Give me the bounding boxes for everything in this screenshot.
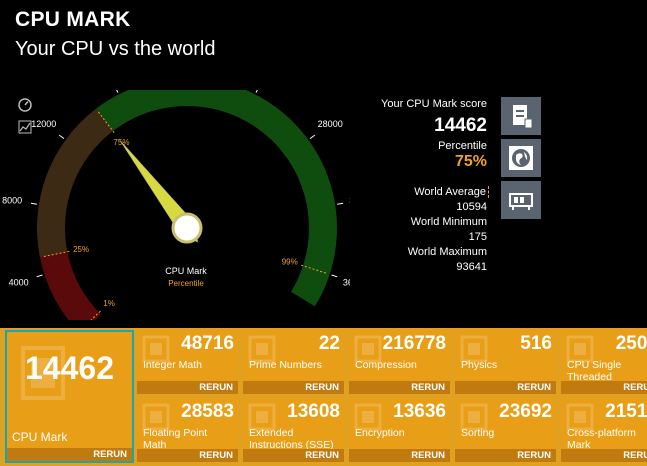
gauge-tick-label: 32000 — [349, 195, 350, 205]
test-value: 23692 — [499, 401, 552, 422]
gauge-tick — [337, 202, 344, 205]
test-name: Cross-platform Mark — [567, 427, 636, 451]
test-value: 216778 — [382, 333, 446, 354]
test-value: 2505 — [615, 333, 647, 354]
test-rerun-button[interactable]: RERUN — [137, 381, 238, 394]
test-name: Physics — [461, 359, 498, 371]
test-name: Encryption — [355, 427, 405, 439]
world-average-label: World Average — [414, 186, 489, 198]
test-rerun-button[interactable]: RERUN — [243, 381, 344, 394]
page-title: CPU MARK — [15, 8, 131, 31]
test-name: CPU Single Threaded — [567, 359, 622, 383]
test-rerun-button[interactable]: RERUN — [455, 381, 556, 394]
test-tile[interactable]: 21514 Cross-platform MarkRERUN — [561, 398, 647, 462]
test-value: 28583 — [181, 401, 234, 422]
gauge-tick — [255, 90, 258, 93]
report-button[interactable] — [501, 97, 541, 135]
test-rerun-button[interactable]: RERUN — [561, 381, 647, 394]
gauge-tick-label: 28000 — [318, 119, 343, 129]
test-rerun-button[interactable]: RERUN — [349, 381, 450, 394]
world-average-value: 10594 — [456, 201, 487, 213]
test-name: Extended Instructions (SSE) — [249, 427, 334, 451]
percentile-value: 75% — [454, 153, 487, 170]
test-rerun-button[interactable]: RERUN — [137, 449, 238, 462]
test-rerun-button[interactable]: RERUN — [561, 449, 647, 462]
gauge-tick-label: 12000 — [31, 119, 56, 129]
test-name: Integer Math — [143, 359, 202, 371]
test-name: Sorting — [461, 427, 495, 439]
cpu-mark-tile[interactable]: 14462 CPU Mark RERUN — [5, 330, 134, 463]
test-value: 48716 — [181, 333, 234, 354]
page-subtitle: Your CPU vs the world — [15, 38, 216, 60]
gauge-tick-label: 4000 — [9, 278, 29, 288]
cpu-mark-label: CPU Mark — [12, 430, 68, 444]
test-value: 22 — [318, 333, 340, 354]
report-icon — [513, 105, 533, 129]
percentile-mark-label: 25% — [73, 245, 89, 254]
test-tile[interactable]: 13608 Extended Instructions (SSE) RERUN — [243, 398, 344, 462]
gauge-tick — [309, 134, 316, 140]
gauge-tick — [36, 274, 43, 278]
percentile-mark-label: 1% — [103, 299, 115, 308]
test-rerun-button[interactable]: RERUN — [243, 449, 344, 462]
gauge-caption: CPU Mark — [165, 266, 207, 276]
test-tile[interactable]: 22 Prime Numbers RERUN — [243, 330, 344, 394]
gauge-subcaption: Percentile — [168, 279, 204, 288]
test-rerun-button[interactable]: RERUN — [455, 449, 556, 462]
world-maximum-value: 93641 — [456, 261, 487, 273]
gauge-tick — [116, 90, 119, 93]
gauge-tick — [58, 134, 65, 140]
globe-icon — [509, 146, 533, 170]
cpu-mark-gauge: 0400080001200016000200002400028000320003… — [2, 90, 350, 320]
percentile-label: Percentile — [438, 140, 487, 152]
gauge-band-mid — [37, 108, 113, 258]
gauge-tick-label: 8000 — [2, 195, 22, 205]
test-name: Prime Numbers — [249, 359, 322, 371]
hardware-button[interactable] — [501, 181, 541, 219]
gauge-tick-label: 36000 — [343, 278, 350, 288]
test-name: Compression — [355, 359, 417, 371]
test-value: 13636 — [393, 401, 446, 422]
world-minimum-label: World Minimum — [410, 216, 487, 228]
percentile-mark-label: 99% — [282, 257, 298, 266]
test-value: 13608 — [287, 401, 340, 422]
test-tile[interactable]: 216778 Compression RERUN — [349, 330, 450, 394]
gauge-band-high — [95, 90, 337, 307]
test-tile[interactable]: 13636 Encryption RERUN — [349, 398, 450, 462]
world-compare-button[interactable] — [501, 139, 541, 177]
score-label: Your CPU Mark score — [381, 98, 487, 110]
world-minimum-value: 175 — [468, 231, 487, 243]
test-value: 516 — [520, 333, 552, 354]
test-tile[interactable]: 2505 CPU Single ThreadedRERUN — [561, 330, 647, 394]
test-tile[interactable]: 516 Physics RERUN — [455, 330, 556, 394]
test-tile[interactable]: 28583 Floating Point Math RERUN — [137, 398, 238, 462]
cpu-mark-value: 14462 — [25, 350, 114, 386]
test-tile[interactable]: 48716 Integer Math RERUN — [137, 330, 238, 394]
gauge-tick — [331, 274, 338, 278]
gauge-band-low — [39, 251, 101, 320]
test-value: 21514 — [605, 401, 647, 422]
cpu-mark-rerun-button[interactable]: RERUN — [7, 448, 132, 461]
gauge-hub — [171, 212, 203, 244]
test-rerun-button[interactable]: RERUN — [349, 449, 450, 462]
gauge-tick — [30, 202, 37, 205]
hardware-card-icon — [509, 193, 533, 210]
test-name: Floating Point Math — [143, 427, 208, 451]
test-tile[interactable]: 23692 Sorting RERUN — [455, 398, 556, 462]
world-maximum-label: World Maximum — [407, 246, 487, 258]
score-value: 14462 — [434, 115, 487, 136]
